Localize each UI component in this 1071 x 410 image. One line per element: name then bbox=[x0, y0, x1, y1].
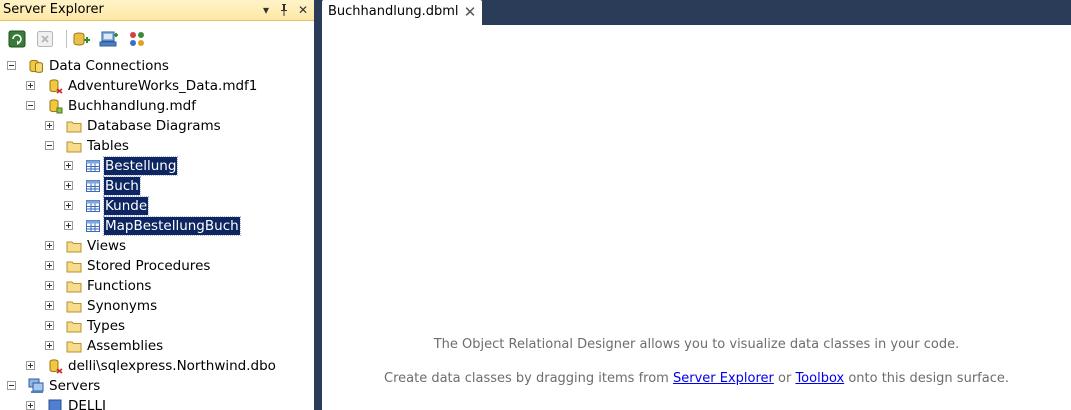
expand-icon[interactable] bbox=[45, 321, 54, 330]
tree-label: Tables bbox=[87, 138, 129, 154]
servers-icon bbox=[28, 378, 44, 394]
refresh-icon[interactable] bbox=[7, 29, 27, 49]
server-explorer-title: Server Explorer bbox=[3, 2, 104, 17]
server-icon bbox=[47, 398, 63, 410]
folder-icon bbox=[66, 118, 82, 134]
tree-node-adventureworks[interactable]: AdventureWorks_Data.mdf1 bbox=[0, 76, 314, 96]
expand-icon[interactable] bbox=[64, 201, 73, 210]
hint-text: or bbox=[773, 371, 796, 386]
collapse-icon[interactable] bbox=[7, 61, 16, 70]
tree-label: Buchhandlung.mdf bbox=[68, 98, 196, 114]
collapse-icon[interactable] bbox=[45, 141, 54, 150]
server-explorer-toolbar bbox=[0, 22, 314, 54]
tree-node-table-bestellung[interactable]: Bestellung bbox=[0, 156, 314, 176]
tree-node-server-delli[interactable]: DELLI bbox=[0, 396, 314, 410]
expand-icon[interactable] bbox=[45, 341, 54, 350]
tree-node-northwind[interactable]: delli\sqlexpress.Northwind.dbo bbox=[0, 356, 314, 376]
designer-hint-line-2: Create data classes by dragging items fr… bbox=[322, 371, 1071, 386]
tab-label: Buchhandlung.dbml bbox=[328, 4, 459, 19]
tree-node-buchhandlung[interactable]: Buchhandlung.mdf bbox=[0, 96, 314, 116]
database-broken-connection-icon bbox=[47, 358, 63, 374]
expand-icon[interactable] bbox=[45, 121, 54, 130]
tree-node-servers[interactable]: Servers bbox=[0, 376, 314, 396]
tree-label: DELLI bbox=[68, 398, 106, 410]
expand-icon[interactable] bbox=[26, 401, 35, 410]
tree-label: Types bbox=[87, 318, 126, 334]
folder-open-icon bbox=[66, 138, 82, 154]
table-icon bbox=[85, 198, 101, 214]
expand-icon[interactable] bbox=[45, 281, 54, 290]
toolbar-separator bbox=[66, 30, 67, 48]
connect-server-icon[interactable] bbox=[99, 29, 119, 49]
auto-hide-pin-icon[interactable] bbox=[276, 2, 292, 18]
tree-node-assemblies[interactable]: Assemblies bbox=[0, 336, 314, 356]
expand-icon[interactable] bbox=[26, 81, 35, 90]
hint-text: onto this design surface. bbox=[844, 371, 1009, 386]
window-position-dropdown-icon[interactable]: ▾ bbox=[258, 2, 274, 18]
tree-node-table-kunde[interactable]: Kunde bbox=[0, 196, 314, 216]
expand-icon[interactable] bbox=[64, 221, 73, 230]
tree-label: Stored Procedures bbox=[87, 258, 211, 274]
data-connections-icon bbox=[28, 58, 44, 74]
tree-node-table-buch[interactable]: Buch bbox=[0, 176, 314, 196]
close-tab-icon[interactable]: ✕ bbox=[462, 4, 478, 20]
tree-label: Functions bbox=[87, 278, 152, 294]
folder-icon bbox=[66, 318, 82, 334]
tree-label: Bestellung bbox=[102, 156, 179, 176]
tree-label: Synonyms bbox=[87, 298, 158, 314]
tree-node-database-diagrams[interactable]: Database Diagrams bbox=[0, 116, 314, 136]
folder-icon bbox=[66, 298, 82, 314]
expand-icon[interactable] bbox=[26, 361, 35, 370]
tree-node-table-mapbestellungbuch[interactable]: MapBestellungBuch bbox=[0, 216, 314, 236]
panel-splitter[interactable] bbox=[314, 0, 322, 410]
tree-label: Buch bbox=[103, 176, 141, 196]
tree-label: AdventureWorks_Data.mdf1 bbox=[68, 78, 258, 94]
table-icon bbox=[85, 218, 101, 234]
designer-hint-line-1: The Object Relational Designer allows yo… bbox=[433, 337, 960, 352]
tree-label: Kunde bbox=[102, 196, 150, 216]
tree-node-views[interactable]: Views bbox=[0, 236, 314, 256]
server-explorer-link[interactable]: Server Explorer bbox=[673, 371, 774, 386]
server-explorer-title-bar[interactable]: Server Explorer ▾ ✕ bbox=[0, 0, 314, 21]
connect-database-icon[interactable] bbox=[71, 29, 91, 49]
sharepoint-icon[interactable] bbox=[127, 29, 147, 49]
hint-text: Create data classes by dragging items fr… bbox=[384, 371, 673, 386]
tree-node-data-connections[interactable]: Data Connections bbox=[0, 56, 314, 76]
table-icon bbox=[85, 158, 101, 174]
folder-icon bbox=[66, 338, 82, 354]
collapse-icon[interactable] bbox=[7, 381, 16, 390]
tree-label: Database Diagrams bbox=[87, 118, 221, 134]
stop-refresh-icon[interactable] bbox=[35, 29, 55, 49]
tree-node-stored-procedures[interactable]: Stored Procedures bbox=[0, 256, 314, 276]
folder-icon bbox=[66, 238, 82, 254]
expand-icon[interactable] bbox=[64, 181, 73, 190]
tree-label: delli\sqlexpress.Northwind.dbo bbox=[68, 358, 276, 374]
close-panel-icon[interactable]: ✕ bbox=[295, 2, 311, 18]
document-area: Buchhandlung.dbml ✕ The Object Relationa… bbox=[322, 0, 1071, 410]
tree-label: Assemblies bbox=[87, 338, 164, 354]
folder-icon bbox=[66, 258, 82, 274]
expand-icon[interactable] bbox=[45, 301, 54, 310]
expand-icon[interactable] bbox=[45, 261, 54, 270]
tree-node-tables[interactable]: Tables bbox=[0, 136, 314, 156]
server-explorer-panel: Server Explorer ▾ ✕ Data Connections Adv… bbox=[0, 0, 314, 410]
folder-icon bbox=[66, 278, 82, 294]
expand-icon[interactable] bbox=[64, 161, 73, 170]
or-designer-surface[interactable]: The Object Relational Designer allows yo… bbox=[322, 29, 1071, 410]
tree-label: Servers bbox=[49, 378, 101, 394]
tree-node-types[interactable]: Types bbox=[0, 316, 314, 336]
toolbox-link[interactable]: Toolbox bbox=[795, 371, 844, 386]
tree-label: Data Connections bbox=[49, 58, 169, 74]
expand-icon[interactable] bbox=[45, 241, 54, 250]
tree-label: MapBestellungBuch bbox=[103, 216, 241, 236]
database-broken-connection-icon bbox=[47, 78, 63, 94]
tree-label: Views bbox=[87, 238, 127, 254]
table-icon bbox=[85, 178, 101, 194]
server-explorer-tree: Data Connections AdventureWorks_Data.mdf… bbox=[0, 56, 314, 410]
document-tab-buchhandlung[interactable]: Buchhandlung.dbml ✕ bbox=[322, 0, 482, 25]
database-connection-icon bbox=[47, 98, 63, 114]
collapse-icon[interactable] bbox=[26, 101, 35, 110]
tree-node-functions[interactable]: Functions bbox=[0, 276, 314, 296]
tree-node-synonyms[interactable]: Synonyms bbox=[0, 296, 314, 316]
